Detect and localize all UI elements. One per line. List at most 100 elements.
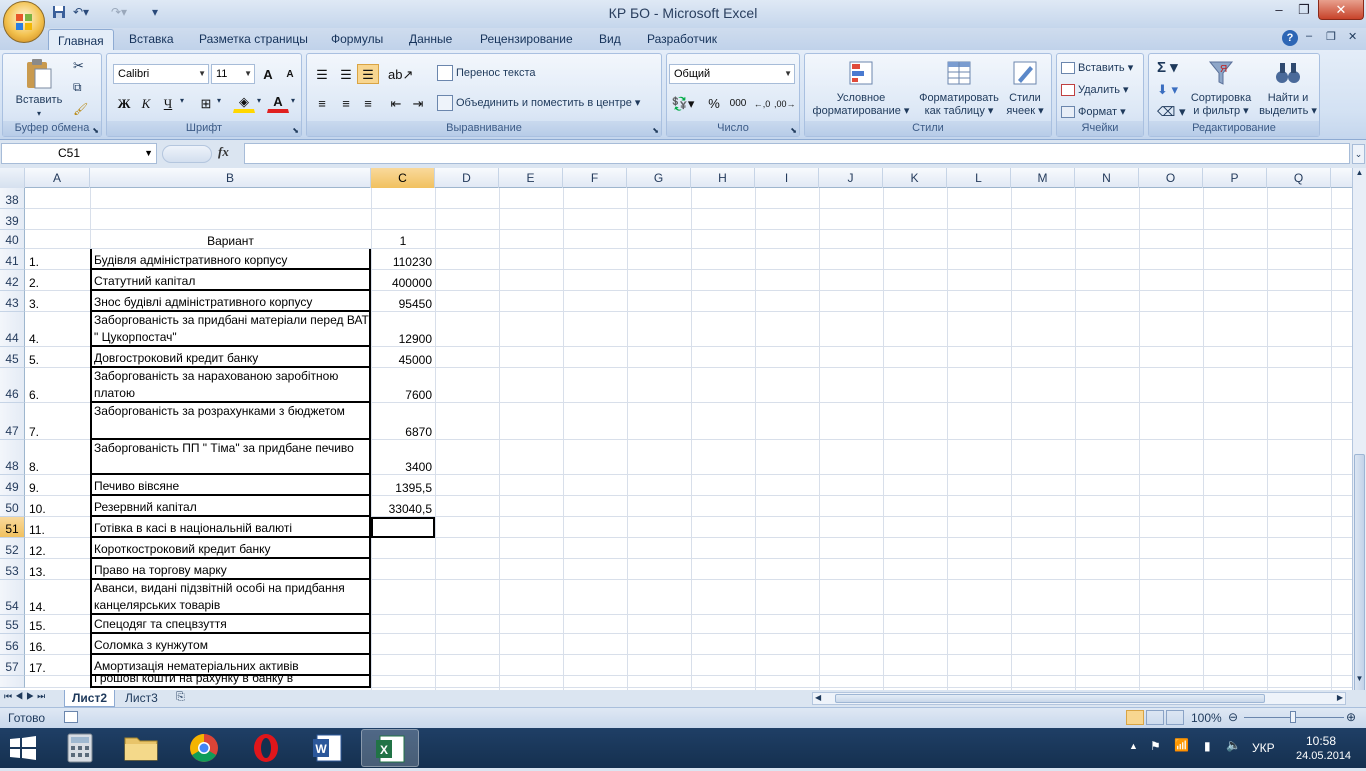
- page-break-view-icon[interactable]: [1166, 710, 1184, 725]
- cell-a[interactable]: 3.: [26, 291, 90, 312]
- cell-a[interactable]: [26, 209, 90, 230]
- tab-page-layout[interactable]: Разметка страницы: [190, 28, 317, 50]
- tab-data[interactable]: Данные: [400, 28, 461, 50]
- zoom-in-icon[interactable]: ⊕: [1346, 710, 1356, 724]
- tab-formulas[interactable]: Формулы: [322, 28, 392, 50]
- cell-c[interactable]: [371, 634, 435, 655]
- underline-dropdown-icon[interactable]: ▾: [180, 96, 184, 105]
- cell-a[interactable]: [26, 188, 90, 209]
- cell-b[interactable]: Короткостроковий кредит банку: [90, 538, 371, 559]
- tab-developer[interactable]: Разработчик: [638, 28, 726, 50]
- insert-sheet-icon[interactable]: ⎘: [176, 691, 185, 704]
- clock-time[interactable]: 10:58: [1306, 734, 1336, 748]
- borders-icon[interactable]: ⊞: [195, 93, 217, 113]
- dialog-launcher-icon[interactable]: ⬊: [790, 126, 797, 135]
- font-name-combo[interactable]: Calibri ▼: [113, 64, 209, 84]
- cell-b[interactable]: Соломка з кунжутом: [90, 634, 371, 655]
- sheet-tab[interactable]: Лист3: [118, 690, 165, 707]
- clear-icon[interactable]: ⌫ ▾: [1157, 102, 1186, 122]
- row-header[interactable]: 56: [0, 634, 25, 655]
- formula-input[interactable]: [244, 143, 1350, 164]
- align-bottom-icon[interactable]: ☰: [357, 64, 379, 84]
- column-header[interactable]: B: [90, 168, 371, 188]
- row-header[interactable]: 39: [0, 209, 25, 230]
- cell-a[interactable]: 5.: [26, 347, 90, 368]
- tab-home[interactable]: Главная: [48, 29, 114, 51]
- cell-b[interactable]: Вариант: [90, 230, 371, 249]
- cell-c[interactable]: 110230: [371, 249, 435, 270]
- column-header[interactable]: M: [1011, 168, 1075, 188]
- merge-center-button[interactable]: Объединить и поместить в центре ▾: [437, 93, 640, 113]
- cell-a[interactable]: 16.: [26, 634, 90, 655]
- percent-button[interactable]: %: [703, 93, 725, 113]
- cell-a[interactable]: 2.: [26, 270, 90, 291]
- cell-styles-button[interactable]: Стили ячеек ▾: [1003, 58, 1047, 118]
- scroll-up-icon[interactable]: ▲: [1353, 168, 1366, 182]
- dialog-launcher-icon[interactable]: ⬊: [292, 126, 299, 135]
- orientation-icon[interactable]: ab↗: [387, 64, 413, 84]
- cell-b[interactable]: Грошові кошти на рахунку в банку в: [90, 676, 371, 688]
- copy-icon[interactable]: ⧉: [73, 80, 82, 95]
- cell-b[interactable]: Право на торгову марку: [90, 559, 371, 580]
- dialog-launcher-icon[interactable]: ⬊: [652, 126, 659, 135]
- italic-button[interactable]: К: [135, 93, 157, 113]
- row-header[interactable]: 46: [0, 368, 25, 403]
- align-right-icon[interactable]: ≡: [357, 93, 379, 113]
- horizontal-scrollbar[interactable]: ◀ ▶: [812, 692, 1346, 705]
- cell-a[interactable]: 10.: [26, 496, 90, 517]
- borders-dropdown-icon[interactable]: ▾: [217, 96, 221, 105]
- cell-c[interactable]: 3400: [371, 440, 435, 475]
- cut-icon[interactable]: ✂: [73, 58, 84, 74]
- input-language[interactable]: УКР: [1252, 741, 1275, 755]
- chrome-icon[interactable]: [175, 729, 233, 767]
- cell-a[interactable]: 1.: [26, 249, 90, 270]
- close-button[interactable]: ✕: [1318, 0, 1364, 20]
- column-header[interactable]: D: [435, 168, 499, 188]
- row-header[interactable]: 47: [0, 403, 25, 440]
- cell-c[interactable]: [371, 538, 435, 559]
- currency-icon[interactable]: 💱▾: [669, 93, 697, 113]
- cell-a[interactable]: 15.: [26, 615, 90, 634]
- increase-indent-icon[interactable]: ⇥: [407, 93, 429, 113]
- cell-b[interactable]: Заборгованість за розрахунками з бюджето…: [90, 403, 371, 440]
- restore-button[interactable]: ❐: [1292, 0, 1316, 20]
- cell-b[interactable]: Готівка в касі в національній валюті: [90, 517, 371, 538]
- cell-b[interactable]: Заборгованість ПП " Тіма" за придбане пе…: [90, 440, 371, 475]
- active-cell[interactable]: [371, 517, 435, 538]
- show-hidden-icons[interactable]: ▲: [1129, 741, 1138, 751]
- find-select-button[interactable]: Найти и выделить ▾: [1257, 58, 1319, 118]
- dialog-launcher-icon[interactable]: ⬊: [92, 126, 99, 135]
- name-box[interactable]: C51 ▼: [1, 143, 157, 164]
- bold-button[interactable]: Ж: [113, 93, 135, 113]
- row-header[interactable]: 42: [0, 270, 25, 291]
- vertical-scrollbar[interactable]: ▲ ▼: [1352, 168, 1366, 762]
- close-workbook-button[interactable]: ✕: [1348, 30, 1357, 43]
- row-header[interactable]: 43: [0, 291, 25, 312]
- cell-c[interactable]: 6870: [371, 403, 435, 440]
- cell-c[interactable]: [371, 188, 435, 209]
- row-header[interactable]: 44: [0, 312, 25, 347]
- format-painter-icon[interactable]: 🖌: [73, 102, 88, 116]
- cell-a[interactable]: 7.: [26, 403, 90, 440]
- cell-a[interactable]: [26, 230, 90, 249]
- shrink-font-button[interactable]: A: [279, 64, 301, 84]
- calculator-app-icon[interactable]: [51, 729, 109, 767]
- cell-a[interactable]: 17.: [26, 655, 90, 676]
- normal-view-icon[interactable]: [1126, 710, 1144, 725]
- cell-c[interactable]: 33040,5: [371, 496, 435, 517]
- paste-button[interactable]: Вставить ▾: [9, 58, 69, 120]
- tab-insert[interactable]: Вставка: [120, 28, 183, 50]
- delete-cells-button[interactable]: Удалить ▾: [1061, 80, 1129, 100]
- decrease-indent-icon[interactable]: ⇤: [385, 93, 407, 113]
- cell-a[interactable]: 11.: [26, 517, 90, 538]
- clock-date[interactable]: 24.05.2014: [1296, 750, 1351, 762]
- excel-icon[interactable]: X: [361, 729, 419, 767]
- thousands-button[interactable]: 000: [727, 93, 749, 113]
- row-header[interactable]: [0, 676, 25, 688]
- scroll-right-icon[interactable]: ▶: [1337, 693, 1343, 702]
- cell-a[interactable]: 12.: [26, 538, 90, 559]
- cell-a[interactable]: 13.: [26, 559, 90, 580]
- page-layout-view-icon[interactable]: [1146, 710, 1164, 725]
- cell-b[interactable]: Аванси, видані підзвітній особі на придб…: [90, 580, 371, 615]
- cell-b[interactable]: Будівля адміністративного корпусу: [90, 249, 371, 270]
